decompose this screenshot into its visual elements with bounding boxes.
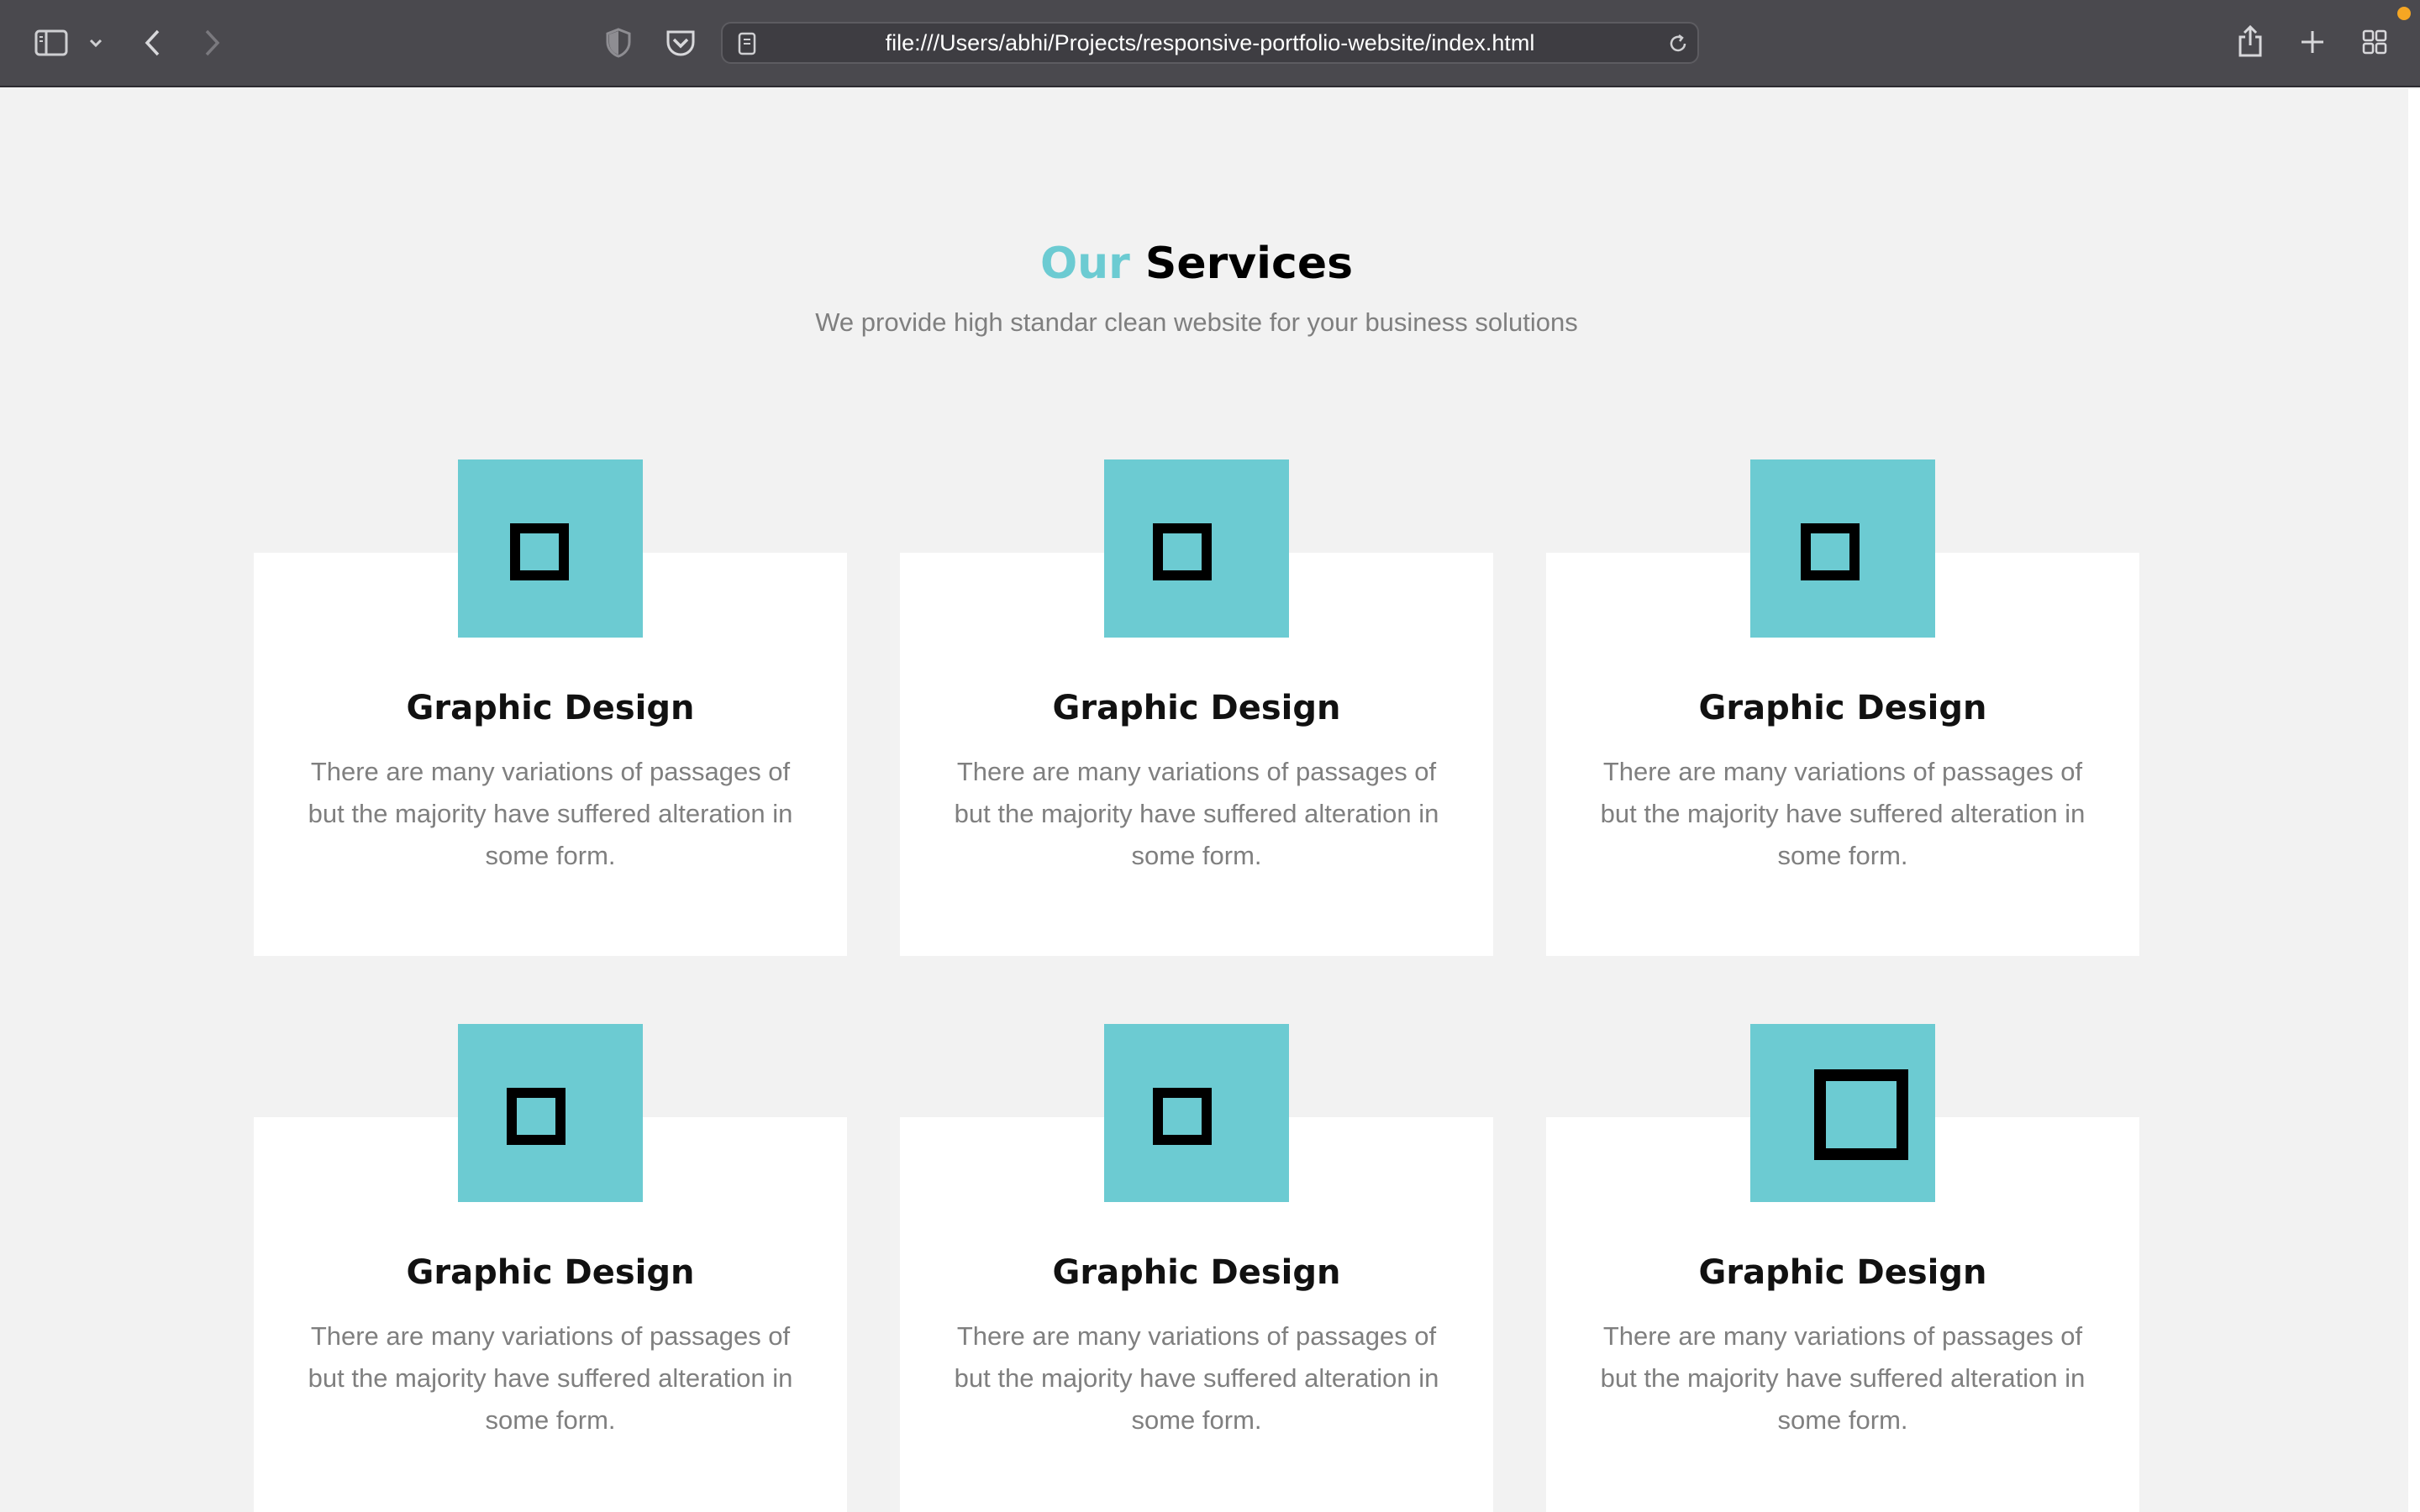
square-icon [510,523,569,580]
plus-icon [2302,31,2323,53]
service-icon-box [1750,459,1935,638]
square-icon [1153,523,1212,580]
service-icon-box [1104,459,1289,638]
service-card-text: There are many variations of passages of… [1600,1321,2086,1435]
pocket-icon [666,30,695,56]
service-card-title: Graphic Design [406,1253,695,1292]
sidebar-icon [34,29,68,56]
url-text[interactable]: file:///Users/abhi/Projects/responsive-p… [723,24,1697,62]
forward-button[interactable] [197,25,227,60]
sidebar-toggle-button[interactable] [32,27,71,59]
address-bar[interactable]: file:///Users/abhi/Projects/responsive-p… [721,22,1699,64]
service-card-text: There are many variations of passages of… [308,1321,793,1435]
grid-icon [2362,29,2387,55]
section-subtitle: We provide high standar clean website fo… [815,307,1578,337]
service-card-title: Graphic Design [406,689,695,727]
service-card-text: There are many variations of passages of… [954,1321,1439,1435]
reload-button[interactable] [1665,30,1691,57]
reload-icon [1670,34,1686,52]
square-icon [1801,523,1860,580]
new-tab-button[interactable] [2296,25,2329,59]
square-icon [1153,1088,1212,1145]
service-card-title: Graphic Design [1698,689,1987,727]
service-card-title: Graphic Design [1052,1253,1341,1292]
notification-dot [2397,7,2411,20]
square-icon [507,1088,566,1145]
service-icon-box [458,459,643,638]
section-title-main: Services [1144,239,1354,289]
service-card-text: There are many variations of passages of… [308,757,793,870]
privacy-shield-button[interactable] [603,25,634,60]
share-icon [2238,24,2262,57]
chevron-left-icon [145,29,160,56]
service-card-title: Graphic Design [1052,689,1341,727]
service-icon-box [1104,1024,1289,1202]
section-title-accent: Our [1039,239,1130,289]
pocket-button[interactable] [664,25,697,60]
chevron-down-icon [89,39,103,48]
back-button[interactable] [138,25,168,60]
square-icon [1814,1069,1908,1160]
browser-toolbar: file:///Users/abhi/Projects/responsive-p… [0,0,2420,87]
scrollbar-track[interactable] [2408,89,2420,1512]
tab-overview-button[interactable] [2358,25,2391,59]
share-button[interactable] [2233,22,2267,60]
service-card-text: There are many variations of passages of… [1600,757,2086,870]
section-title: Our Services [0,239,2393,289]
service-card-title: Graphic Design [1698,1253,1987,1292]
service-card-text: There are many variations of passages of… [954,757,1439,870]
shield-icon [606,28,631,58]
chevron-right-icon [205,29,220,56]
service-icon-box [1750,1024,1935,1202]
tab-group-dropdown-button[interactable] [86,32,106,54]
service-icon-box [458,1024,643,1202]
